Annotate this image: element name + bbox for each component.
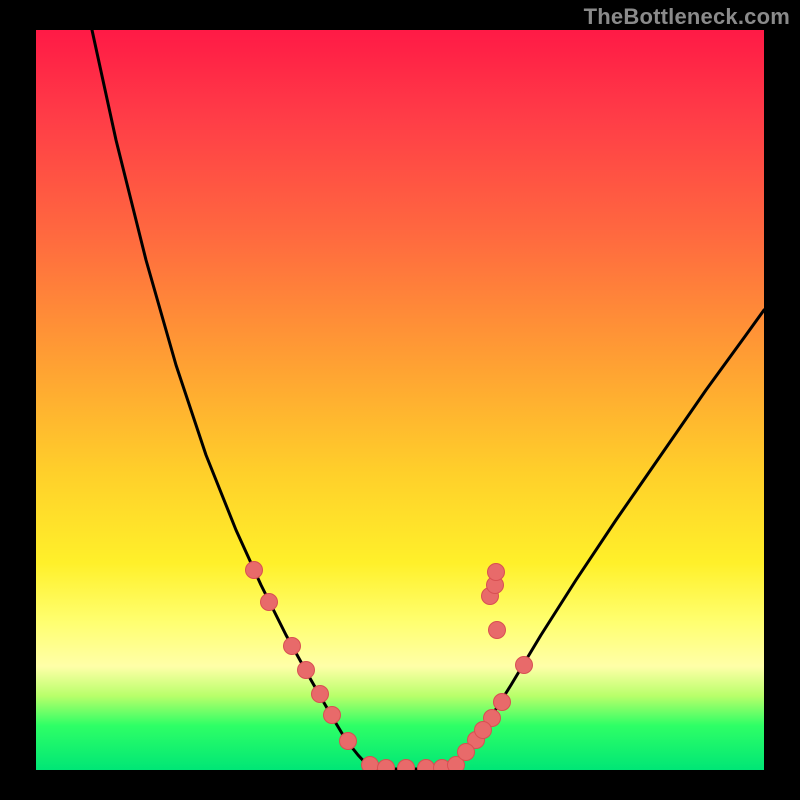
data-marker xyxy=(458,744,475,761)
data-marker xyxy=(475,722,492,739)
data-marker xyxy=(494,694,511,711)
chart-stage: TheBottleneck.com xyxy=(0,0,800,800)
data-marker xyxy=(489,622,506,639)
data-marker xyxy=(340,733,357,750)
plot-area xyxy=(36,30,764,770)
data-marker xyxy=(261,594,278,611)
data-marker xyxy=(398,760,415,771)
data-marker xyxy=(378,760,395,771)
data-marker xyxy=(516,657,533,674)
curves-group xyxy=(92,30,764,769)
data-marker xyxy=(488,564,505,581)
bottleneck-curve xyxy=(92,30,764,769)
data-marker xyxy=(324,707,341,724)
markers-group xyxy=(246,562,533,771)
data-marker xyxy=(246,562,263,579)
watermark-text: TheBottleneck.com xyxy=(584,4,790,30)
data-marker xyxy=(312,686,329,703)
data-marker xyxy=(284,638,301,655)
plot-svg xyxy=(36,30,764,770)
data-marker xyxy=(418,760,435,771)
data-marker xyxy=(362,757,379,771)
data-marker xyxy=(298,662,315,679)
